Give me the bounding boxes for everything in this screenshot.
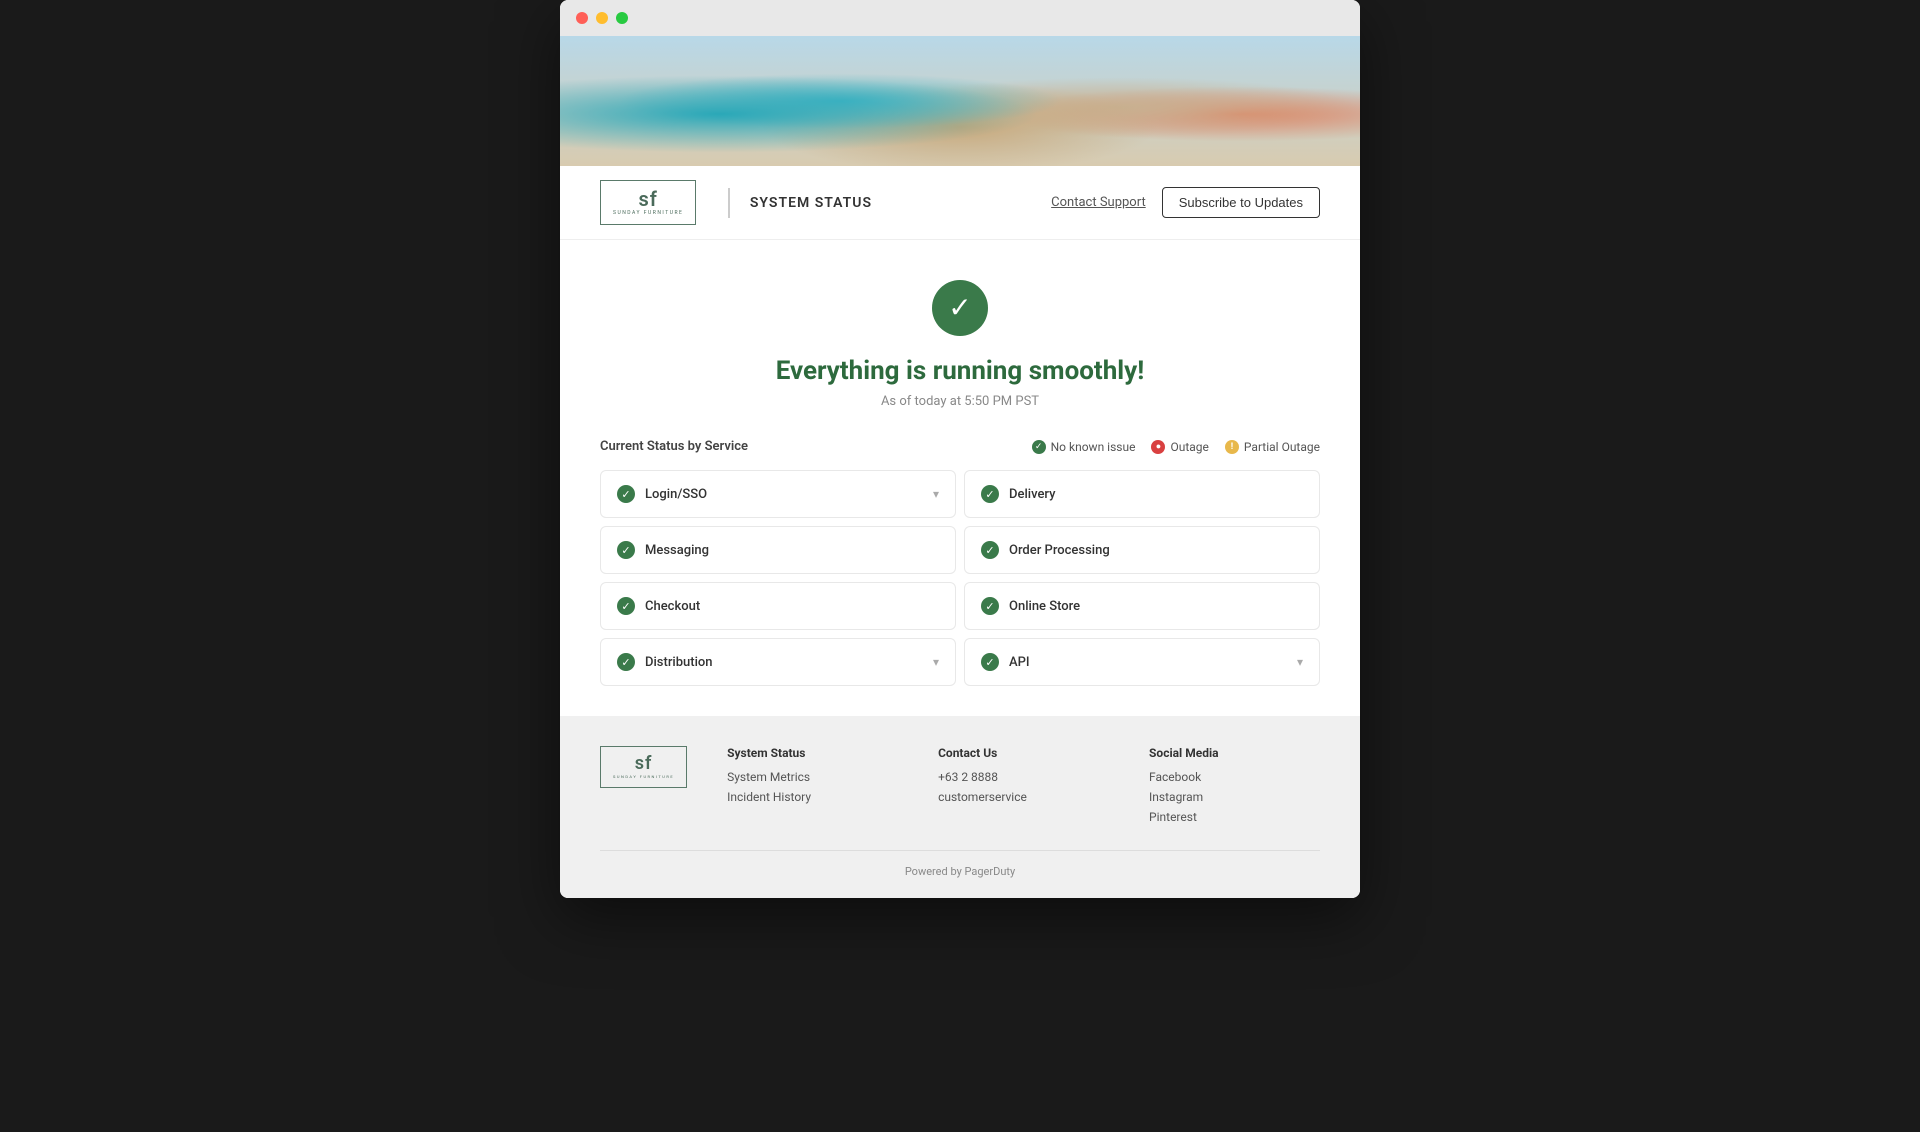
footer-link[interactable]: Facebook [1149,770,1320,784]
check-mark: ✓ [621,544,630,557]
legend-green-dot: ✓ [1032,440,1046,454]
service-left: ✓ API [981,653,1030,671]
footer-col-title: Social Media [1149,746,1320,760]
footer-link[interactable]: Instagram [1149,790,1320,804]
footer-col-2: Social Media Facebook Instagram Pinterest [1149,746,1320,830]
check-mark: ✓ [621,656,630,669]
status-icon: ✓ [932,280,988,336]
footer-link[interactable]: Incident History [727,790,898,804]
service-name: Checkout [645,599,700,614]
service-name: Messaging [645,543,709,558]
legend-red-dot: ● [1151,440,1165,454]
legend-outage-label: Outage [1170,440,1208,454]
service-item[interactable]: ✓ Delivery [964,470,1320,518]
chevron-down-icon[interactable]: ▾ [933,487,939,501]
service-left: ✓ Order Processing [981,541,1110,559]
service-check-icon: ✓ [981,485,999,503]
service-check-icon: ✓ [981,541,999,559]
service-check-icon: ✓ [617,485,635,503]
service-item[interactable]: ✓ Distribution ▾ [600,638,956,686]
powered-by: Powered by PagerDuty [905,865,1015,878]
services-grid: ✓ Login/SSO ▾ ✓ Delivery ✓ Messaging ✓ Order Pro… [600,470,1320,686]
service-check-icon: ✓ [981,653,999,671]
check-mark: ✓ [621,488,630,501]
services-title: Current Status by Service [600,439,748,454]
footer-grid: sf SUNDAY FURNITURE System StatusSystem … [600,746,1320,830]
legend-no-issue-label: No known issue [1051,440,1136,454]
footer: sf SUNDAY FURNITURE System StatusSystem … [560,716,1360,898]
furniture-overlay [560,36,1360,166]
service-check-icon: ✓ [617,653,635,671]
service-item[interactable]: ✓ Login/SSO ▾ [600,470,956,518]
footer-col-0: System Status System Metrics Incident Hist… [727,746,898,830]
service-left: ✓ Messaging [617,541,709,559]
footer-bottom: Powered by PagerDuty [600,850,1320,878]
service-left: ✓ Checkout [617,597,700,615]
footer-link[interactable]: +63 2 8888 [938,770,1109,784]
footer-col-1: Contact Us +63 2 8888 customerservice [938,746,1109,830]
service-name: API [1009,655,1030,670]
chevron-down-icon[interactable]: ▾ [933,655,939,669]
check-icon: ✓ [948,294,971,322]
service-left: ✓ Delivery [981,485,1055,503]
service-item[interactable]: ✓ Messaging [600,526,956,574]
footer-col-title: Contact Us [938,746,1109,760]
check-mark: ✓ [621,600,630,613]
logo-divider [728,188,730,218]
legend-yellow-dot: ! [1225,440,1239,454]
service-check-icon: ✓ [617,541,635,559]
service-check-icon: ✓ [617,597,635,615]
main-content: ✓ Everything is running smoothly! As of … [560,240,1360,439]
footer-logo: sf SUNDAY FURNITURE [600,746,687,788]
service-name: Distribution [645,655,713,670]
service-check-icon: ✓ [981,597,999,615]
service-name: Online Store [1009,599,1080,614]
status-heading: Everything is running smoothly! [600,356,1320,386]
service-name: Login/SSO [645,487,707,502]
subscribe-button[interactable]: Subscribe to Updates [1162,187,1320,218]
check-mark: ✓ [985,488,994,501]
contact-support-link[interactable]: Contact Support [1051,195,1146,210]
services-header: Current Status by Service ✓ No known iss… [600,439,1320,454]
hero-image [560,36,1360,166]
footer-link[interactable]: customerservice [938,790,1109,804]
footer-logo-sub: SUNDAY FURNITURE [613,775,674,779]
footer-logo-sf: sf [635,755,653,773]
browser-titlebar [560,0,1360,36]
nav-title: SYSTEM STATUS [750,195,872,211]
check-mark: ✓ [985,544,994,557]
chevron-down-icon[interactable]: ▾ [1297,655,1303,669]
services-section: Current Status by Service ✓ No known iss… [560,439,1360,716]
check-mark: ✓ [985,600,994,613]
service-item[interactable]: ✓ Checkout [600,582,956,630]
service-name: Order Processing [1009,543,1110,558]
legend-outage: ● Outage [1151,440,1208,454]
logo: sf SUNDAY FURNITURE [600,180,696,225]
legend: ✓ No known issue ● Outage ! Partial Outa… [1032,440,1320,454]
legend-partial: ! Partial Outage [1225,440,1320,454]
service-item[interactable]: ✓ Order Processing [964,526,1320,574]
browser-window: sf SUNDAY FURNITURE SYSTEM STATUS Contac… [560,0,1360,898]
footer-link[interactable]: System Metrics [727,770,898,784]
footer-link[interactable]: Pinterest [1149,810,1320,824]
service-left: ✓ Online Store [981,597,1080,615]
legend-no-issue: ✓ No known issue [1032,440,1136,454]
service-name: Delivery [1009,487,1055,502]
traffic-light-red[interactable] [576,12,588,24]
footer-logo-area: sf SUNDAY FURNITURE [600,746,687,830]
service-item[interactable]: ✓ Online Store [964,582,1320,630]
navbar: sf SUNDAY FURNITURE SYSTEM STATUS Contac… [560,166,1360,240]
service-left: ✓ Login/SSO [617,485,707,503]
traffic-light-yellow[interactable] [596,12,608,24]
status-subtext: As of today at 5:50 PM PST [600,394,1320,409]
service-left: ✓ Distribution [617,653,713,671]
logo-sub: SUNDAY FURNITURE [613,211,683,216]
traffic-light-green[interactable] [616,12,628,24]
logo-sf: sf [638,189,657,209]
check-mark: ✓ [985,656,994,669]
footer-col-title: System Status [727,746,898,760]
legend-partial-label: Partial Outage [1244,440,1320,454]
service-item[interactable]: ✓ API ▾ [964,638,1320,686]
